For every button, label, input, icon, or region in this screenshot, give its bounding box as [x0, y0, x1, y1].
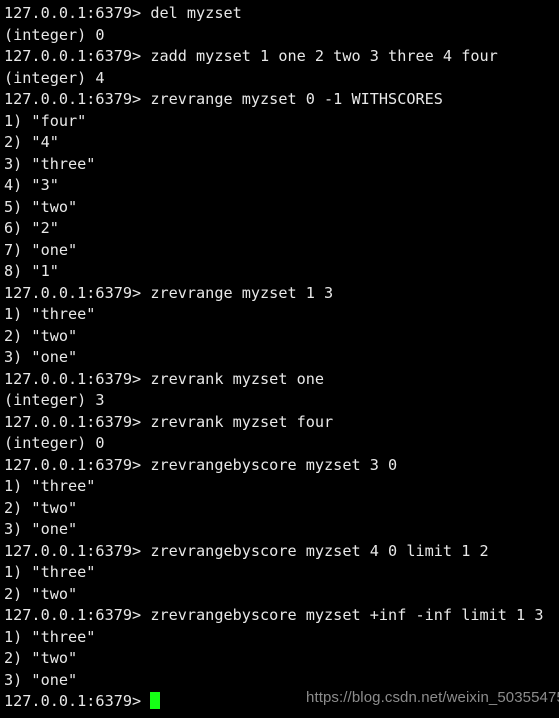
terminal-output-line: 1) "four"	[4, 111, 559, 133]
terminal-command-line: 127.0.0.1:6379> zrevrange myzset 0 -1 WI…	[4, 89, 559, 111]
output-text: 3) "one"	[4, 348, 78, 366]
command-text: del myzset	[150, 4, 242, 22]
terminal-output-line: 2) "two"	[4, 326, 559, 348]
text-cursor[interactable]	[150, 692, 160, 709]
terminal-output-line: 2) "two"	[4, 584, 559, 606]
output-text: (integer) 4	[4, 68, 105, 87]
terminal-output-area[interactable]: 127.0.0.1:6379> del myzset (integer) 0 127…	[4, 3, 559, 713]
output-text: 4) "3"	[4, 176, 59, 194]
terminal-output-line: (integer) 0	[4, 25, 559, 47]
terminal-output-line: 7) "one"	[4, 240, 559, 262]
command-text: zrevrangebyscore myzset 3 0	[150, 455, 398, 474]
terminal-output-line: 1) "three"	[4, 627, 559, 649]
terminal-screen[interactable]: 127.0.0.1:6379> del myzset (integer) 0 127…	[0, 0, 559, 718]
terminal-output-line: 5) "two"	[4, 197, 559, 219]
command-text: zrevrange myzset 1 3	[150, 283, 334, 302]
terminal-command-line: 127.0.0.1:6379> zrevrank myzset one	[4, 369, 559, 391]
output-text: 2) "two"	[4, 584, 78, 603]
terminal-command-line: 127.0.0.1:6379> zrevrangebyscore myzset …	[4, 605, 559, 627]
output-text: (integer) 0	[4, 434, 105, 452]
terminal-output-line: 6) "2"	[4, 218, 559, 240]
output-text: 6) "2"	[4, 219, 59, 237]
shell-prompt: 127.0.0.1:6379>	[4, 606, 151, 624]
shell-prompt: 127.0.0.1:6379>	[4, 90, 151, 108]
terminal-command-line: 127.0.0.1:6379> zrevrangebyscore myzset …	[4, 455, 559, 477]
shell-prompt: 127.0.0.1:6379>	[4, 412, 151, 431]
output-text: 3) "one"	[4, 520, 78, 538]
output-text: 3) "one"	[4, 670, 78, 689]
terminal-output-line: 2) "two"	[4, 498, 559, 520]
shell-prompt: 127.0.0.1:6379>	[4, 369, 151, 388]
terminal-output-line: 8) "1"	[4, 261, 559, 283]
command-text: zrevrangebyscore myzset 4 0 limit 1 2	[150, 541, 489, 560]
output-text: (integer) 3	[4, 391, 105, 409]
shell-prompt: 127.0.0.1:6379>	[4, 692, 151, 710]
terminal-output-line: 3) "one"	[4, 519, 559, 541]
command-text: zrevrank myzset four	[150, 412, 334, 431]
terminal-command-line: 127.0.0.1:6379> del myzset	[4, 3, 559, 25]
shell-prompt: 127.0.0.1:6379>	[4, 283, 151, 302]
output-text: 5) "two"	[4, 197, 78, 216]
output-text: 2) "two"	[4, 498, 78, 517]
output-text: 2) "two"	[4, 649, 78, 667]
terminal-output-line: 1) "three"	[4, 562, 559, 584]
shell-prompt: 127.0.0.1:6379>	[4, 455, 151, 474]
output-text: 1) "three"	[4, 563, 96, 581]
terminal-output-line: (integer) 0	[4, 433, 559, 455]
watermark-text: https://blog.csdn.net/weixin_50355475	[306, 689, 559, 706]
output-text: 2) "two"	[4, 326, 78, 345]
terminal-output-line: 1) "three"	[4, 304, 559, 326]
terminal-output-line: 2) "two"	[4, 648, 559, 670]
output-text: 8) "1"	[4, 262, 59, 280]
shell-prompt: 127.0.0.1:6379>	[4, 4, 151, 22]
terminal-output-line: (integer) 4	[4, 68, 559, 90]
terminal-command-line: 127.0.0.1:6379> zrevrangebyscore myzset …	[4, 541, 559, 563]
terminal-command-line: 127.0.0.1:6379> zrevrange myzset 1 3	[4, 283, 559, 305]
terminal-output-line: 3) "one"	[4, 670, 559, 692]
shell-prompt: 127.0.0.1:6379>	[4, 541, 151, 560]
output-text: (integer) 0	[4, 25, 105, 44]
terminal-command-line: 127.0.0.1:6379> zadd myzset 1 one 2 two …	[4, 46, 559, 68]
command-text: zrevrange myzset 0 -1 WITHSCORES	[150, 90, 443, 108]
terminal-output-line: (integer) 3	[4, 390, 559, 412]
output-text: 2) "4"	[4, 133, 59, 151]
terminal-output-line: 3) "three"	[4, 154, 559, 176]
output-text: 3) "three"	[4, 154, 96, 173]
terminal-output-line: 1) "three"	[4, 476, 559, 498]
output-text: 1) "three"	[4, 305, 96, 323]
output-text: 1) "four"	[4, 111, 87, 130]
terminal-command-line: 127.0.0.1:6379> zrevrank myzset four	[4, 412, 559, 434]
terminal-output-line: 3) "one"	[4, 347, 559, 369]
output-text: 7) "one"	[4, 240, 78, 259]
command-text: zadd myzset 1 one 2 two 3 three 4 four	[150, 47, 498, 65]
shell-prompt: 127.0.0.1:6379>	[4, 47, 151, 65]
terminal-output-line: 2) "4"	[4, 132, 559, 154]
terminal-output-line: 4) "3"	[4, 175, 559, 197]
command-text: zrevrangebyscore myzset +inf -inf limit …	[150, 606, 544, 624]
output-text: 1) "three"	[4, 627, 96, 646]
command-text: zrevrank myzset one	[150, 369, 325, 388]
output-text: 1) "three"	[4, 477, 96, 495]
